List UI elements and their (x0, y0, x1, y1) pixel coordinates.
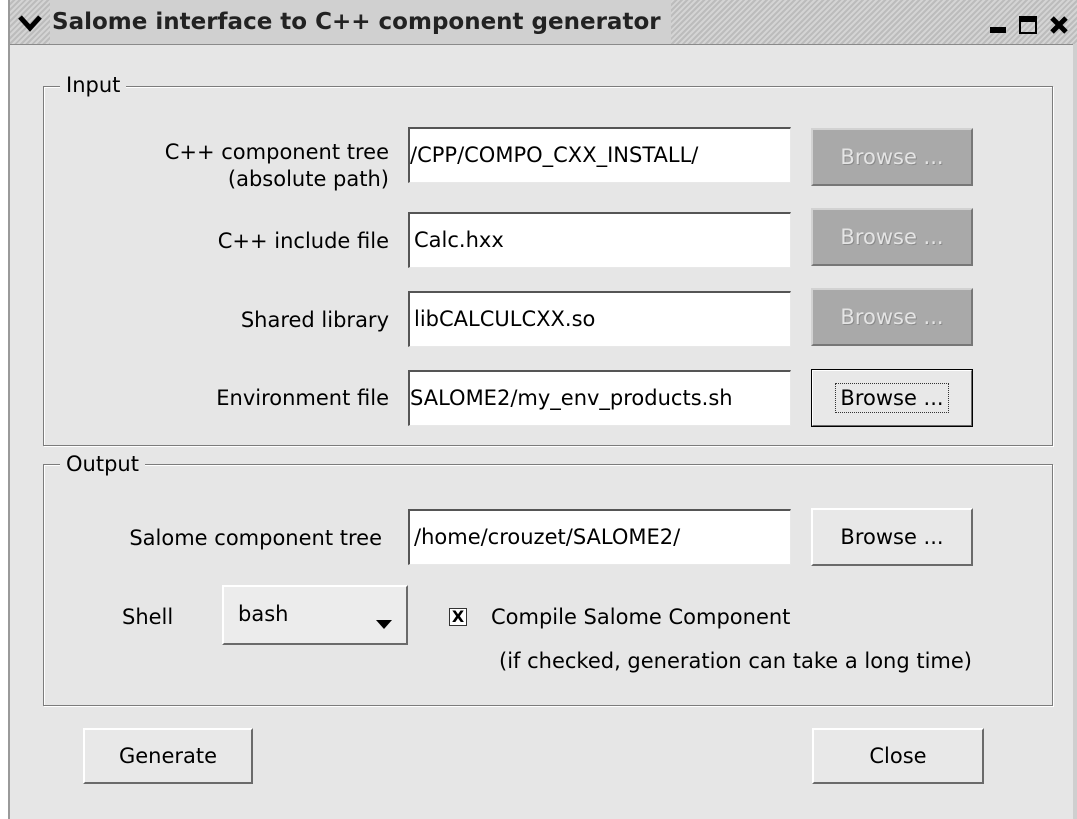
browse-cpp-tree-button[interactable]: Browse ... (811, 128, 973, 186)
shell-selected-value: bash (238, 602, 289, 626)
cpp-component-tree-input[interactable]: /CPP/COMPO_CXX_INSTALL/ (408, 127, 791, 183)
dialog-window: Salome interface to C++ component genera… (8, 0, 1077, 819)
compile-label[interactable]: Compile Salome Component (491, 604, 790, 631)
chevron-down-icon[interactable] (12, 8, 48, 38)
browse-salome-tree-button[interactable]: Browse ... (811, 508, 973, 566)
window-title: Salome interface to C++ component genera… (50, 0, 671, 44)
minimize-icon[interactable] (985, 12, 1011, 38)
window-right-edge (1073, 44, 1077, 819)
input-legend: Input (60, 73, 127, 97)
cpp-component-tree-label-line1: C++ component tree (164, 140, 389, 164)
compile-checkbox[interactable]: X (449, 608, 467, 626)
dropdown-arrow-icon (376, 611, 392, 635)
generate-button[interactable]: Generate (83, 728, 253, 784)
salome-component-tree-label: Salome component tree (129, 526, 382, 550)
title-bar[interactable]: Salome interface to C++ component genera… (10, 0, 1077, 45)
close-button[interactable]: Close (812, 728, 984, 784)
maximize-icon[interactable] (1015, 12, 1041, 38)
browse-environment-file-label: Browse ... (835, 383, 949, 413)
cpp-component-tree-label: C++ component tree (absolute path) (165, 139, 389, 193)
browse-environment-file-button[interactable]: Browse ... (811, 369, 973, 427)
close-icon[interactable] (1046, 12, 1072, 38)
shell-label: Shell (122, 605, 174, 629)
shared-library-label: Shared library (240, 308, 389, 332)
shared-library-input[interactable]: libCALCULCXX.so (408, 291, 791, 347)
cpp-include-file-input[interactable]: Calc.hxx (408, 212, 791, 268)
browse-shared-library-button[interactable]: Browse ... (811, 288, 973, 346)
output-legend: Output (60, 452, 145, 476)
cpp-component-tree-label-line2: (absolute path) (227, 167, 389, 191)
cpp-include-file-label: C++ include file (217, 229, 389, 253)
browse-include-file-button[interactable]: Browse ... (811, 208, 973, 266)
environment-file-label: Environment file (216, 386, 389, 410)
check-mark-icon: X (451, 607, 465, 626)
salome-component-tree-input[interactable]: /home/crouzet/SALOME2/ (408, 509, 791, 565)
environment-file-input[interactable]: SALOME2/my_env_products.sh (408, 370, 791, 426)
shell-select[interactable]: bash (222, 585, 408, 645)
compile-note: (if checked, generation can take a long … (499, 649, 973, 673)
